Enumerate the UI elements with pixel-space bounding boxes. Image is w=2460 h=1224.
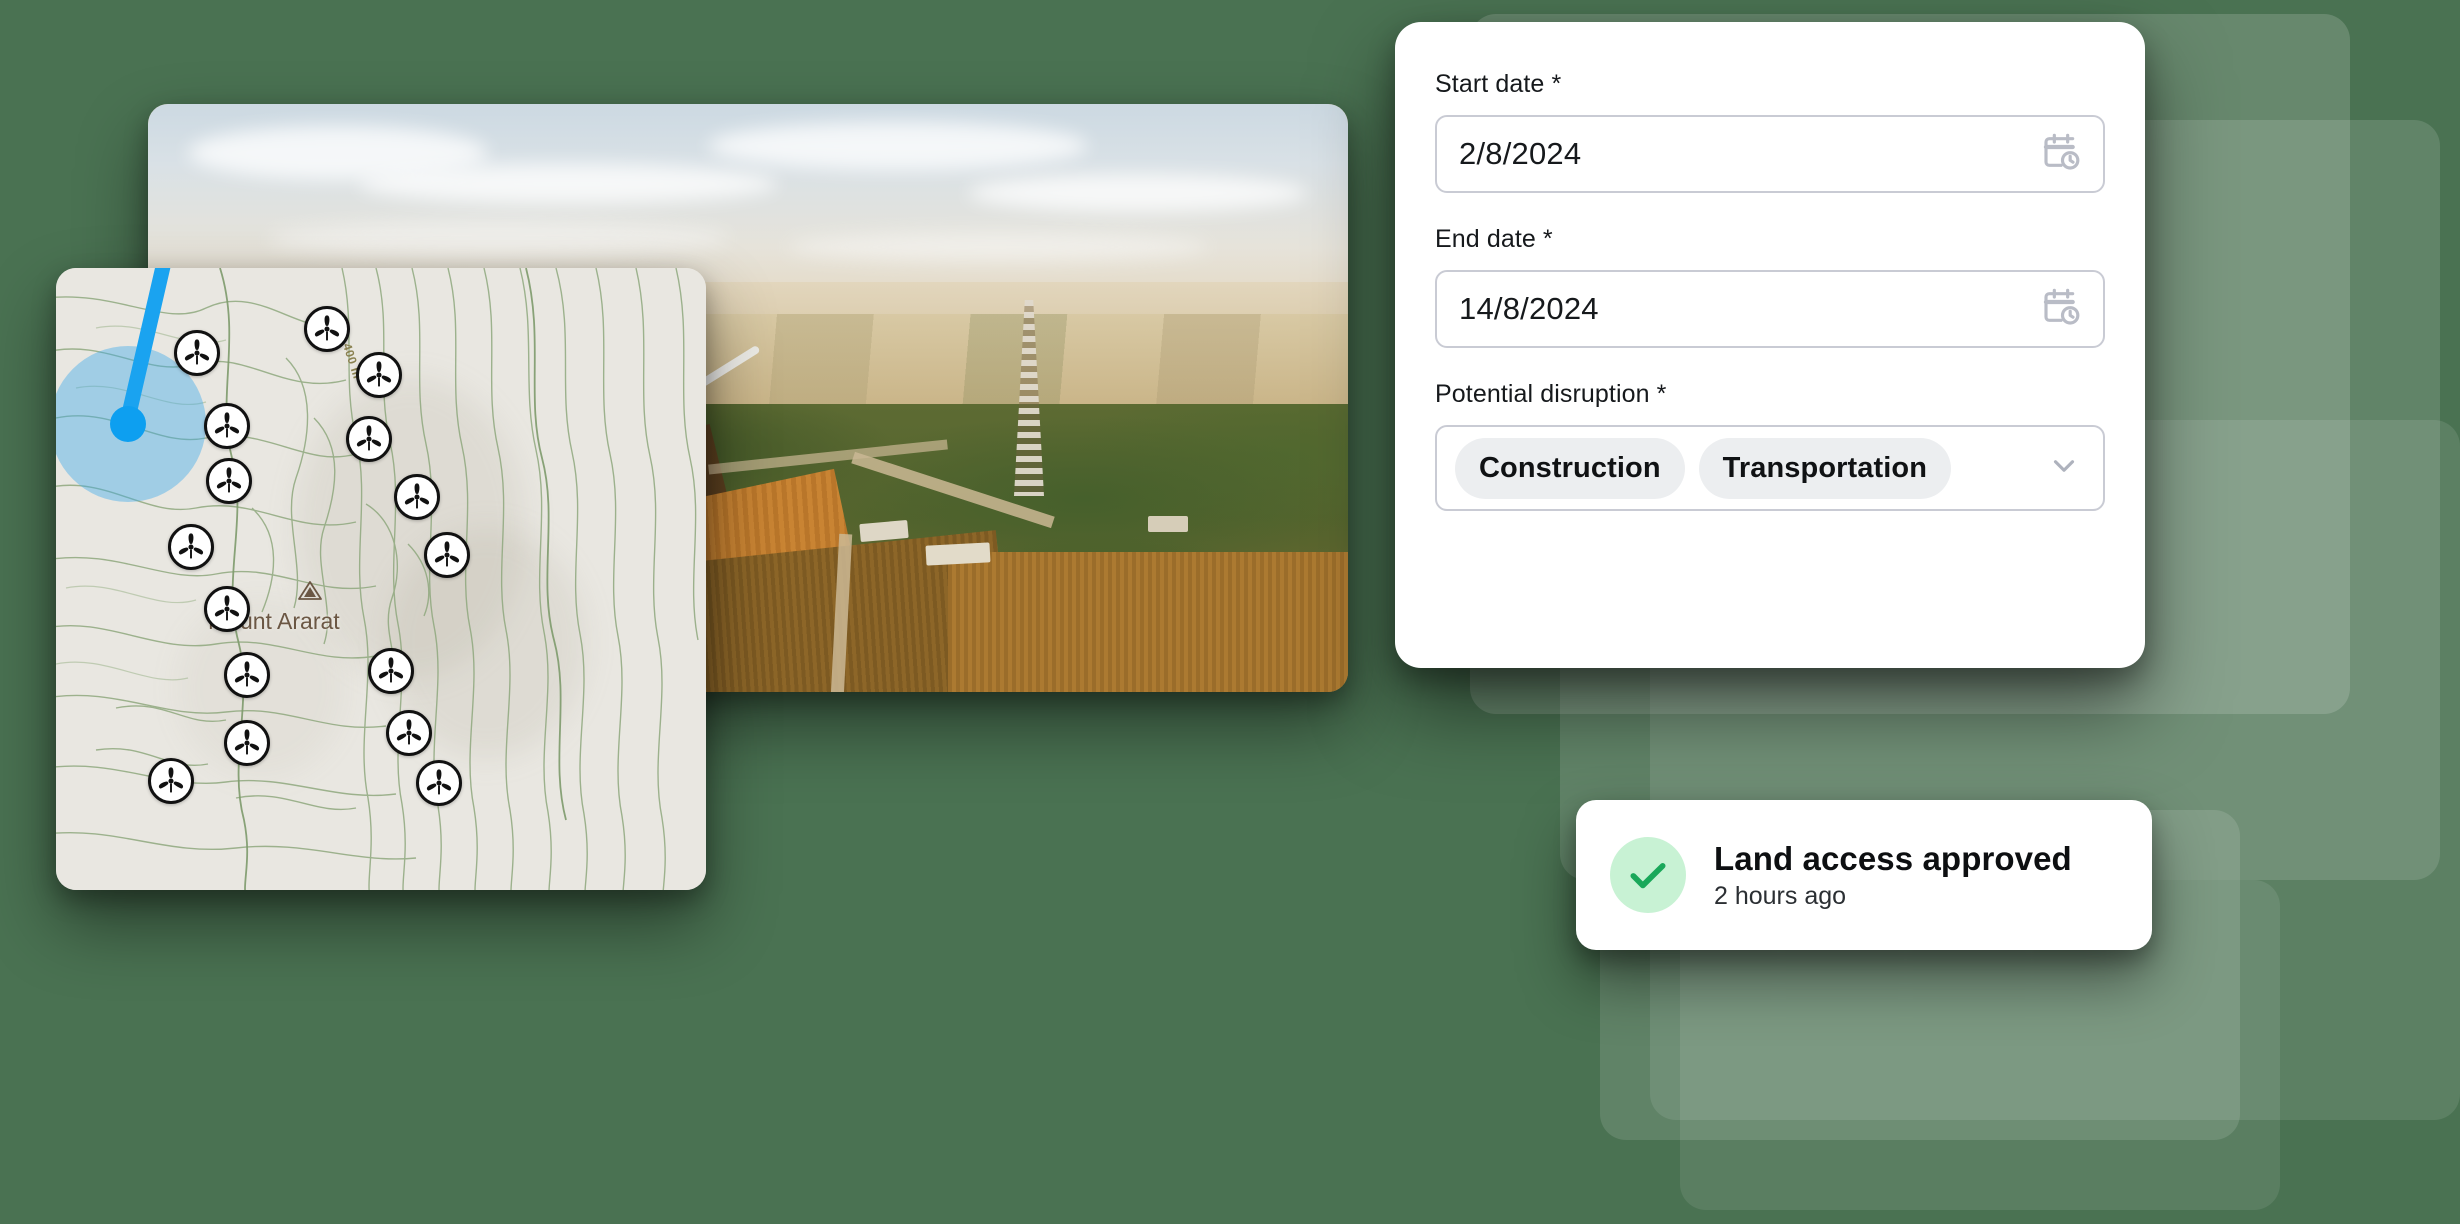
route-end-ticks <box>102 268 172 303</box>
wind-turbine-icon[interactable] <box>394 474 440 520</box>
scene: 400 m Mount Ararat Start date * 2/8/2024… <box>0 0 2460 1224</box>
check-circle-icon <box>1610 837 1686 913</box>
wind-turbine-icon[interactable] <box>174 330 220 376</box>
wind-turbine-icon[interactable] <box>424 532 470 578</box>
farm-building-2 <box>925 542 991 566</box>
toast-timestamp: 2 hours ago <box>1714 881 1847 910</box>
farm-building-3 <box>1148 516 1188 532</box>
wind-turbine-icon[interactable] <box>224 720 270 766</box>
chevron-down-icon[interactable] <box>2047 449 2085 488</box>
potential-disruption-select[interactable]: Construction Transportation <box>1435 425 2105 511</box>
land-access-form-card: Start date * 2/8/2024 End date * 14/8/20… <box>1395 22 2145 668</box>
topographic-map-card[interactable]: 400 m Mount Ararat <box>56 268 706 890</box>
wind-turbine-icon[interactable] <box>368 648 414 694</box>
plowed-field-right <box>948 552 1348 692</box>
end-date-label: End date * <box>1435 225 1553 253</box>
mountain-peak-icon <box>296 580 324 607</box>
toast-text: Land access approved 2 hours ago <box>1714 840 2072 911</box>
wind-turbine-icon[interactable] <box>204 403 250 449</box>
toast-title: Land access approved <box>1714 839 2072 877</box>
wind-turbine-icon[interactable] <box>204 586 250 632</box>
wind-turbine-icon[interactable] <box>148 758 194 804</box>
start-date-value: 2/8/2024 <box>1459 136 1582 171</box>
wind-turbine-icon[interactable] <box>386 710 432 756</box>
calendar-clock-icon[interactable] <box>2041 287 2081 332</box>
start-date-input[interactable]: 2/8/2024 <box>1435 115 2105 193</box>
end-date-value: 14/8/2024 <box>1459 291 1599 326</box>
wind-turbine-icon[interactable] <box>168 524 214 570</box>
calendar-clock-icon[interactable] <box>2041 132 2081 177</box>
wind-turbine-icon[interactable] <box>304 306 350 352</box>
wind-turbine-icon[interactable] <box>224 652 270 698</box>
wind-turbine-icon[interactable] <box>206 458 252 504</box>
start-date-label: Start date * <box>1435 70 1562 98</box>
potential-disruption-label: Potential disruption * <box>1435 380 1667 408</box>
current-location-dot[interactable] <box>110 406 146 442</box>
chip-transportation[interactable]: Transportation <box>1698 437 1952 499</box>
notification-toast[interactable]: Land access approved 2 hours ago <box>1576 800 2152 950</box>
wind-turbine-icon[interactable] <box>356 352 402 398</box>
wind-turbine-icon[interactable] <box>346 416 392 462</box>
chip-construction[interactable]: Construction <box>1455 437 1685 499</box>
end-date-input[interactable]: 14/8/2024 <box>1435 270 2105 348</box>
wind-turbine-icon[interactable] <box>416 760 462 806</box>
